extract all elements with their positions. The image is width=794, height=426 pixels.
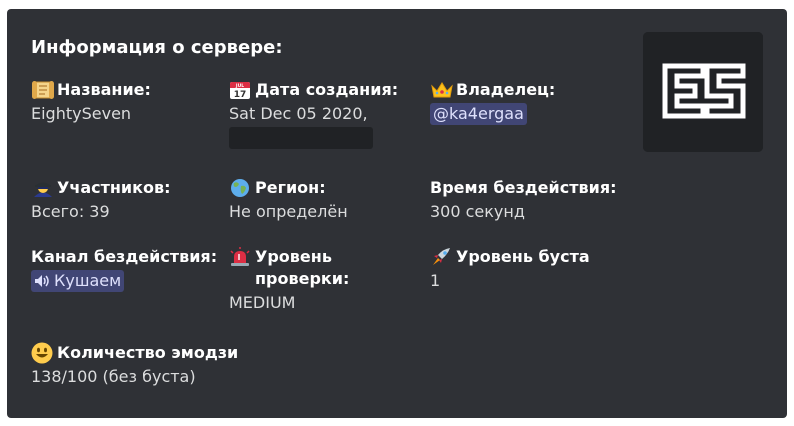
afk-channel-name: Кушаем (54, 271, 122, 290)
server-thumbnail[interactable] (643, 32, 763, 152)
field-afk-timeout-label: Время бездействия: (430, 178, 617, 197)
field-boost-value: 1 (430, 271, 441, 290)
field-created-date: Sat Dec 05 2020, (229, 104, 368, 123)
field-members-label: Участников: (57, 178, 171, 197)
field-afk-timeout-value: 300 секунд (430, 202, 525, 221)
field-owner-label: Владелец: (456, 80, 556, 99)
svg-text:JUL: JUL (235, 83, 244, 89)
speaker-icon (34, 270, 54, 292)
calendar-icon: JUL 17 (229, 79, 255, 101)
field-boost-label: Уровень буста (456, 247, 590, 266)
field-members: Участников: Всего: 39 (31, 177, 171, 223)
svg-text:17: 17 (234, 90, 247, 100)
field-verification-value: MEDIUM (229, 293, 296, 312)
siren-icon (229, 246, 255, 268)
field-region-label: Регион: (255, 178, 326, 197)
field-verification: Уровень проверки: MEDIUM (229, 246, 399, 314)
field-members-value: Всего: 39 (31, 202, 110, 221)
detective-icon (31, 177, 57, 199)
field-afk-channel: Канал бездействия: Кушаем (31, 246, 217, 292)
spoiler-hidden-time[interactable] (229, 127, 373, 149)
field-created-label: Дата создания: (255, 80, 399, 99)
field-created: JUL 17 Дата создания: Sat Dec 05 2020, (229, 79, 398, 149)
globe-icon (229, 177, 255, 199)
smiley-icon (31, 342, 57, 364)
owner-mention[interactable]: @ka4ergaa (430, 103, 527, 125)
field-afk-channel-label: Канал бездействия: (31, 247, 218, 266)
rocket-icon (430, 246, 456, 268)
field-name-label: Название: (57, 80, 151, 99)
scroll-icon (31, 79, 57, 101)
field-owner: Владелец: @ka4ergaa (430, 79, 555, 125)
server-info-embed: Информация о сервере: Название: EightySe… (7, 9, 787, 418)
field-emoji-value: 138/100 (без буста) (31, 367, 196, 386)
server-logo-icon (643, 32, 763, 152)
field-name: Название: EightySeven (31, 79, 151, 125)
field-emoji-label: Количество эмодзи (57, 343, 239, 362)
field-created-value: Sat Dec 05 2020, (229, 103, 398, 149)
field-verification-label: Уровень проверки: (255, 247, 350, 288)
crown-icon (430, 79, 456, 101)
embed-title: Информация о сервере: (31, 37, 283, 58)
field-boost: Уровень буста 1 (430, 246, 590, 292)
afk-channel-mention[interactable]: Кушаем (31, 270, 125, 292)
field-emoji: Количество эмодзи 138/100 (без буста) (31, 342, 238, 388)
field-afk-timeout: Время бездействия: 300 секунд (430, 177, 617, 223)
field-region: Регион: Не определён (229, 177, 348, 223)
field-region-value: Не определён (229, 202, 348, 221)
field-name-value: EightySeven (31, 104, 132, 123)
